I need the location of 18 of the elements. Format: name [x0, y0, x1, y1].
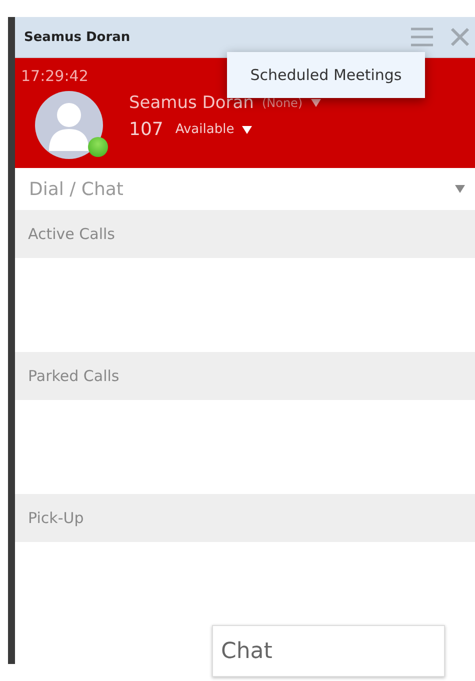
- section-title: Pick-Up: [28, 509, 84, 527]
- avatar: [35, 91, 103, 159]
- extension-number: 107: [129, 119, 164, 140]
- caret-icon[interactable]: [242, 126, 252, 134]
- chat-field[interactable]: Chat: [212, 625, 445, 677]
- menu-item[interactable]: Scheduled Meetings: [250, 66, 402, 84]
- menu-icon[interactable]: [411, 27, 433, 47]
- dial-field[interactable]: Dial / Chat: [29, 174, 455, 204]
- clock-time: 17:29:42: [21, 67, 88, 85]
- caret-icon[interactable]: [455, 185, 465, 193]
- close-icon[interactable]: [449, 27, 471, 47]
- user-name: Seamus Doran: [129, 93, 254, 113]
- role-label: (None): [262, 96, 303, 110]
- presence-dot: [88, 137, 108, 157]
- section-title: Parked Calls: [28, 367, 120, 385]
- window-title: Seamus Doran: [24, 30, 130, 44]
- status-label[interactable]: Available: [175, 122, 234, 137]
- section-title: Active Calls: [28, 225, 115, 243]
